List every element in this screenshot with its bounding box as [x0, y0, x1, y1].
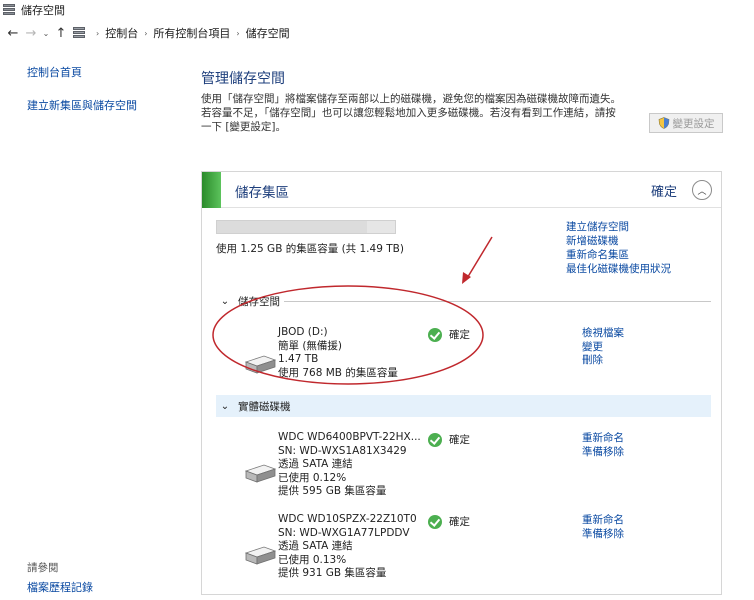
- divider: [284, 300, 711, 302]
- drive-status: 確定: [428, 514, 470, 529]
- pool-actions: 建立儲存空間 新增磁碟機 重新命名集區 最佳化磁碟機使用狀況: [566, 220, 671, 276]
- drive-serial: SN: WD-WXG1A77LPDDV: [278, 526, 410, 539]
- drive-actions: 重新命名 準備移除: [582, 432, 624, 459]
- breadcrumb-separator[interactable]: ›: [144, 29, 147, 38]
- optimize-drive-usage-link[interactable]: 最佳化磁碟機使用狀況: [566, 262, 671, 276]
- file-history-link[interactable]: 檔案歷程記錄: [27, 579, 93, 595]
- prepare-removal-link[interactable]: 準備移除: [582, 528, 624, 542]
- prepare-removal-link[interactable]: 準備移除: [582, 446, 624, 460]
- section-label: 實體磁碟機: [238, 400, 291, 413]
- storage-space-name: JBOD (D:): [278, 326, 328, 338]
- rename-drive-link[interactable]: 重新命名: [582, 432, 624, 446]
- storage-space-actions: 檢視檔案 變更 刪除: [582, 327, 624, 368]
- section-label: 儲存空間: [238, 295, 280, 308]
- window-title: 儲存空間: [21, 4, 65, 17]
- drive-icon: [242, 543, 278, 569]
- see-also-heading: 請參閱: [27, 562, 59, 574]
- drive-icon: [242, 461, 278, 487]
- title-bar: 儲存空間: [0, 0, 754, 20]
- storage-space-resiliency: 簡單 (無備援): [278, 339, 343, 352]
- back-icon[interactable]: ←: [4, 23, 22, 43]
- chevron-down-icon[interactable]: ⌄: [216, 296, 234, 307]
- collapse-icon[interactable]: ︿: [692, 180, 712, 200]
- drive-capacity: 提供 931 GB 集區容量: [278, 567, 387, 579]
- storage-space-size: 1.47 TB: [278, 353, 319, 365]
- drive-actions: 重新命名 準備移除: [582, 514, 624, 541]
- forward-icon[interactable]: →: [22, 23, 40, 43]
- pool-header[interactable]: 儲存集區 確定 ︿: [202, 172, 721, 208]
- physical-drive-item: WDC WD10SPZX-22Z10T0 SN: WD-WXG1A77LPDDV…: [216, 513, 711, 583]
- delete-link[interactable]: 刪除: [582, 354, 624, 368]
- pool-status: 確定: [651, 185, 678, 200]
- storage-pool-panel: 儲存集區 確定 ︿ 使用 1.25 GB 的集區容量 (共 1.49 TB) 建…: [201, 171, 722, 595]
- drive-icon: [242, 352, 278, 378]
- pool-name: 儲存集區: [235, 185, 289, 201]
- page-title: 管理儲存空間: [201, 71, 285, 87]
- create-pool-link[interactable]: 建立新集區與儲存空間: [27, 97, 137, 113]
- address-bar: ← → ⌄ ↑ › 控制台 › 所有控制台項目 › 儲存空間: [0, 22, 754, 44]
- create-storage-space-link[interactable]: 建立儲存空間: [566, 220, 671, 234]
- pool-usage-fill: [217, 221, 367, 233]
- storage-space-details: JBOD (D:) 簡單 (無備援) 1.47 TB 使用 768 MB 的集區…: [278, 326, 398, 380]
- ok-check-icon: [428, 327, 442, 342]
- storage-space-usage: 使用 768 MB 的集區容量: [278, 366, 398, 379]
- ok-check-icon: [428, 514, 442, 529]
- uac-shield-icon: [658, 117, 670, 129]
- breadcrumb-storage-spaces[interactable]: 儲存空間: [246, 25, 290, 41]
- storage-spaces-section-header[interactable]: ⌄ 儲存空間: [216, 290, 711, 312]
- physical-drive-details: WDC WD6400BPVT-22HX... SN: WD-WXS1A81X34…: [278, 431, 421, 499]
- rename-drive-link[interactable]: 重新命名: [582, 514, 624, 528]
- pool-usage-bar: [216, 220, 396, 234]
- storage-space-item: JBOD (D:) 簡單 (無備援) 1.47 TB 使用 768 MB 的集區…: [216, 326, 711, 382]
- drive-serial: SN: WD-WXS1A81X3429: [278, 444, 407, 457]
- physical-drive-details: WDC WD10SPZX-22Z10T0 SN: WD-WXG1A77LPDDV…: [278, 513, 417, 581]
- physical-drive-item: WDC WD6400BPVT-22HX... SN: WD-WXS1A81X34…: [216, 431, 711, 501]
- storage-space-status: 確定: [428, 327, 470, 342]
- status-label: 確定: [449, 516, 470, 528]
- drive-connection: 透過 SATA 連結: [278, 458, 353, 470]
- drive-name: WDC WD10SPZX-22Z10T0: [278, 513, 417, 525]
- drive-used: 已使用 0.12%: [278, 471, 347, 484]
- recent-locations-icon[interactable]: ⌄: [40, 23, 52, 43]
- change-link[interactable]: 變更: [582, 341, 624, 355]
- up-icon[interactable]: ↑: [52, 23, 70, 43]
- description-line: 一下 [變更設定]。: [201, 121, 287, 133]
- page-description: 使用「儲存空間」將檔案儲存至兩部以上的磁碟機，避免您的檔案因為磁碟機故障而遺失。…: [201, 92, 641, 134]
- view-files-link[interactable]: 檢視檔案: [582, 327, 624, 341]
- drive-name: WDC WD6400BPVT-22HX...: [278, 431, 421, 443]
- breadcrumb-control-panel[interactable]: 控制台: [105, 25, 138, 41]
- breadcrumb-separator[interactable]: ›: [236, 29, 239, 38]
- description-line: 若容量不足，「儲存空間」也可以讓您輕鬆地加入更多磁碟機。若沒有看到工作連結，請按: [201, 107, 616, 119]
- drive-connection: 透過 SATA 連結: [278, 540, 353, 552]
- drive-used: 已使用 0.13%: [278, 553, 347, 566]
- add-drives-link[interactable]: 新增磁碟機: [566, 234, 671, 248]
- pool-status-accent: [202, 172, 221, 208]
- status-label: 確定: [449, 329, 470, 341]
- change-settings-button[interactable]: 變更設定: [649, 113, 723, 133]
- control-panel-home-link[interactable]: 控制台首頁: [27, 64, 82, 80]
- breadcrumb-separator[interactable]: ›: [96, 29, 99, 38]
- change-settings-label: 變更設定: [672, 117, 715, 130]
- description-line: 使用「儲存空間」將檔案儲存至兩部以上的磁碟機，避免您的檔案因為磁碟機故障而遺失。: [201, 93, 621, 105]
- status-label: 確定: [449, 434, 470, 446]
- rename-pool-link[interactable]: 重新命名集區: [566, 248, 671, 262]
- breadcrumb: › 控制台 › 所有控制台項目 › 儲存空間: [72, 23, 290, 43]
- pool-usage-text: 使用 1.25 GB 的集區容量 (共 1.49 TB): [216, 243, 404, 255]
- drive-capacity: 提供 595 GB 集區容量: [278, 485, 387, 497]
- ok-check-icon: [428, 432, 442, 447]
- physical-drives-section-header[interactable]: ⌄ 實體磁碟機: [216, 395, 711, 417]
- chevron-down-icon[interactable]: ⌄: [216, 401, 234, 412]
- breadcrumb-all-items[interactable]: 所有控制台項目: [153, 25, 230, 41]
- storage-spaces-icon: [3, 4, 15, 16]
- drive-status: 確定: [428, 432, 470, 447]
- control-panel-icon: [72, 26, 86, 40]
